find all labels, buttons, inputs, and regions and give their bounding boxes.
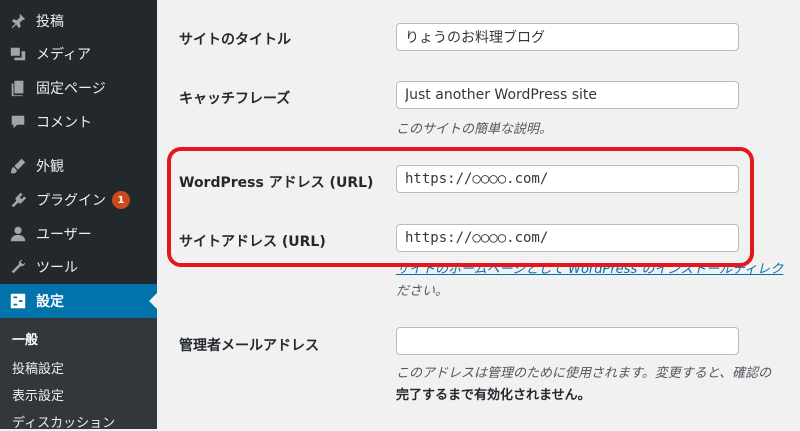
admin-email-input[interactable]: [396, 327, 739, 355]
menu-label: コメント: [36, 115, 92, 131]
media-icon: [8, 44, 28, 64]
site-address-input[interactable]: [396, 224, 739, 252]
submenu-reading[interactable]: 表示設定: [12, 385, 64, 404]
pages-icon: [8, 78, 28, 98]
tagline-input[interactable]: [396, 81, 739, 109]
site-title-label: サイトのタイトル: [179, 32, 291, 48]
admin-email-description: このアドレスは管理のために使用されます。変更すると、確認の: [396, 366, 772, 381]
menu-item-users[interactable]: ユーザー: [0, 217, 157, 251]
menu-item-media[interactable]: メディア: [0, 37, 157, 71]
wordpress-address-label: WordPress アドレス (URL): [179, 175, 374, 191]
users-icon: [8, 224, 28, 244]
admin-sidebar: 投稿 メディア 固定ページ コメント 外観 プラグイン 1 ユーザー ツール 設…: [0, 0, 157, 431]
menu-item-pages[interactable]: 固定ページ: [0, 71, 157, 105]
admin-email-label: 管理者メールアドレス: [179, 338, 319, 354]
menu-item-plugins[interactable]: プラグイン 1: [0, 183, 157, 217]
site-title-input[interactable]: [396, 23, 739, 51]
submenu-discussion[interactable]: ディスカッション: [12, 412, 115, 431]
submenu-writing[interactable]: 投稿設定: [12, 358, 64, 377]
menu-label: 外観: [36, 159, 64, 175]
site-address-label: サイトアドレス (URL): [179, 234, 326, 250]
site-address-description-tail: ださい。: [396, 284, 449, 299]
tools-icon: [8, 257, 28, 277]
tagline-label: キャッチフレーズ: [179, 91, 291, 107]
comments-icon: [8, 112, 28, 132]
admin-email-description-bold: 完了するまで有効化されません。: [396, 388, 591, 403]
menu-label: ユーザー: [36, 227, 92, 243]
menu-label: プラグイン: [36, 193, 106, 209]
plugins-icon: [8, 190, 28, 210]
update-count-badge: 1: [112, 191, 130, 209]
menu-label: メディア: [36, 47, 92, 63]
settings-submenu: 一般 投稿設定 表示設定 ディスカッション: [0, 318, 157, 431]
menu-label: ツール: [36, 260, 78, 276]
appearance-icon: [8, 156, 28, 176]
menu-item-tools[interactable]: ツール: [0, 250, 157, 284]
submenu-general[interactable]: 一般: [12, 329, 38, 348]
menu-item-comments[interactable]: コメント: [0, 105, 157, 139]
active-arrow: [149, 293, 157, 309]
menu-label: 設定: [36, 294, 64, 310]
pin-icon: [8, 11, 28, 31]
site-address-description-link[interactable]: サイトのホームページとして WordPress のインストールディレク: [396, 258, 800, 277]
wordpress-address-input[interactable]: [396, 165, 739, 193]
settings-icon: [8, 291, 28, 311]
menu-item-appearance[interactable]: 外観: [0, 149, 157, 183]
menu-label: 固定ページ: [36, 81, 106, 97]
menu-label: 投稿: [36, 14, 64, 30]
tagline-description: このサイトの簡単な説明。: [396, 122, 553, 137]
menu-item-posts[interactable]: 投稿: [0, 4, 157, 38]
menu-item-settings[interactable]: 設定: [0, 284, 157, 318]
